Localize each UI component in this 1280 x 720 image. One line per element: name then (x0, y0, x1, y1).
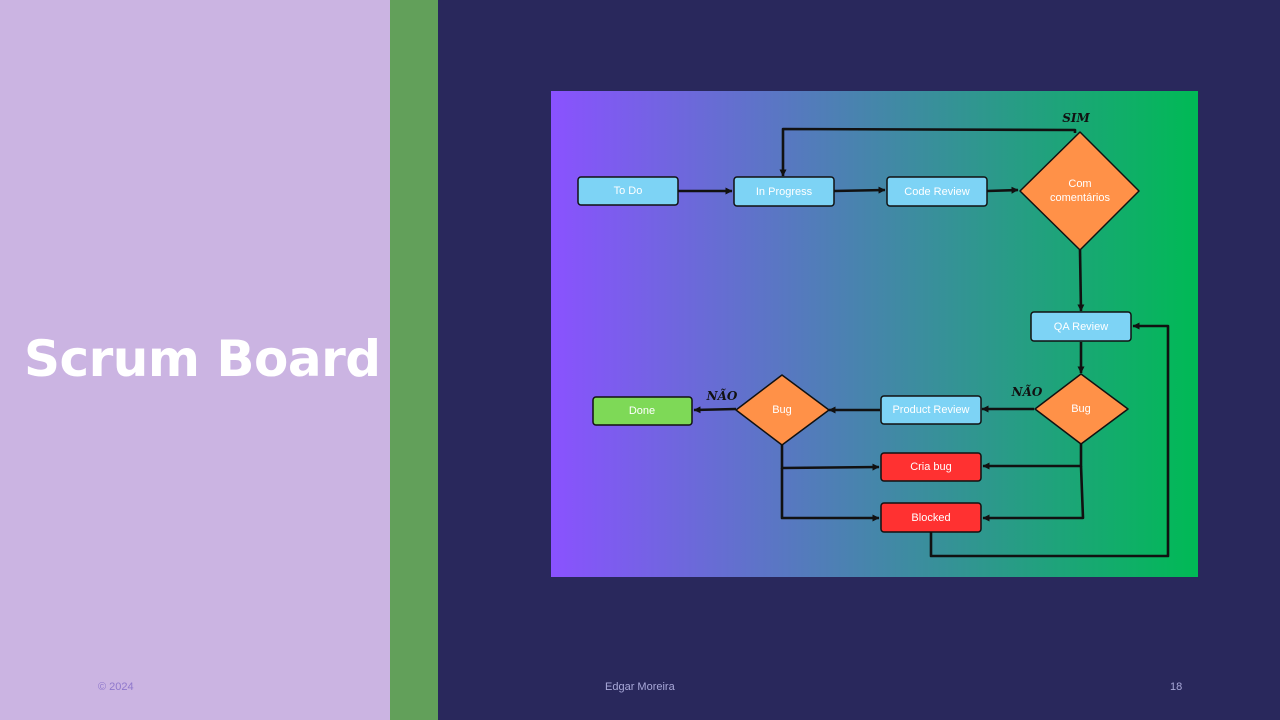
decision-bug-qa-label: Bug (1071, 403, 1091, 415)
node-blocked: Blocked (880, 502, 982, 533)
footer-author: Edgar Moreira (605, 681, 675, 693)
node-done: Done (592, 396, 693, 426)
footer-date: © 2024 (98, 681, 134, 693)
workflow-diagram: To Do In Progress Code Review QA Review … (551, 91, 1198, 577)
footer-page-number: 18 (1170, 681, 1183, 693)
flowchart-canvas: To Do In Progress Code Review QA Review … (551, 91, 1198, 577)
accent-stripe (390, 0, 438, 720)
node-qa-review: QA Review (1030, 311, 1132, 342)
edge-label-nao-qa: NÃO (1011, 384, 1043, 399)
arrow-bug-to-done (693, 406, 737, 414)
arrow-inprogress-to-codereview (833, 186, 886, 194)
node-product-review: Product Review (880, 395, 982, 425)
decision-com-comentarios-line1: Com (1068, 178, 1091, 190)
decision-com-comentarios-line2: comentários (1050, 192, 1110, 204)
node-in-progress: In Progress (733, 176, 835, 207)
node-done-label: Done (629, 405, 655, 417)
node-product-review-label: Product Review (892, 404, 969, 416)
node-cria-bug-label: Cria bug (910, 461, 952, 473)
arrow-comentarios-to-qa (1077, 249, 1085, 312)
node-todo-label: To Do (614, 185, 643, 197)
node-in-progress-label: In Progress (756, 186, 813, 198)
node-todo: To Do (577, 176, 679, 206)
node-qa-review-label: QA Review (1054, 321, 1108, 333)
decision-bug-product-label: Bug (772, 404, 792, 416)
node-code-review-label: Code Review (904, 186, 969, 198)
arrow-codereview-to-comentarios (986, 186, 1019, 194)
edge-label-sim: SIM (1062, 111, 1090, 125)
edge-label-nao-product: NÃO (706, 388, 738, 403)
node-code-review: Code Review (886, 176, 988, 207)
node-cria-bug: Cria bug (880, 452, 982, 482)
node-blocked-label: Blocked (911, 512, 950, 524)
slide-title: Scrum Board (24, 330, 381, 388)
